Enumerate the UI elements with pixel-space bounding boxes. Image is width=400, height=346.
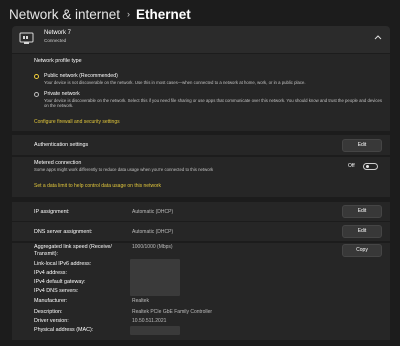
manufacturer-value: Realtek	[132, 298, 149, 304]
ethernet-icon	[19, 32, 34, 50]
metered-connection-section: Metered connection Some apps might work …	[12, 157, 390, 197]
network-profile-section: Network profile type Public network (Rec…	[12, 54, 390, 131]
set-data-limit-link[interactable]: Set a data limit to help control data us…	[34, 183, 161, 189]
ipv6-address-label: Link-local IPv6 address:	[34, 261, 92, 267]
adapter-properties-section: Aggregated link speed (Receive/ Transmit…	[12, 243, 390, 340]
dns-assignment-value: Automatic (DHCP)	[132, 229, 174, 235]
driver-version-label: Driver version:	[34, 318, 69, 324]
authentication-row: Authentication settings Edit	[12, 135, 390, 155]
breadcrumb-separator: ›	[127, 9, 131, 19]
profile-heading: Network profile type	[34, 58, 82, 64]
ip-assignment-edit-button[interactable]: Edit	[342, 205, 382, 218]
redacted-mac-block	[130, 326, 180, 335]
metered-connection-description: Some apps might work differently to redu…	[34, 167, 214, 172]
dns-assignment-edit-button[interactable]: Edit	[342, 225, 382, 238]
link-speed-value: 1000/1000 (Mbps)	[132, 244, 173, 250]
private-network-description: Your device is discoverable on the netwo…	[44, 98, 383, 109]
link-speed-label: Aggregated link speed (Receive/ Transmit…	[34, 244, 112, 257]
public-network-label[interactable]: Public network (Recommended)	[44, 73, 118, 79]
private-network-radio[interactable]	[34, 92, 39, 97]
authentication-label: Authentication settings	[34, 142, 89, 148]
adapter-name: Network 7	[44, 30, 72, 36]
chevron-up-icon[interactable]	[374, 35, 382, 42]
description-label: Description:	[34, 309, 63, 315]
public-network-description: Your device is not discoverable on the n…	[44, 80, 306, 85]
dns-assignment-label: DNS server assignment:	[34, 229, 93, 235]
ip-assignment-value: Automatic (DHCP)	[132, 209, 174, 215]
driver-version-value: 10.50.511.2021	[132, 318, 167, 324]
metered-connection-toggle[interactable]	[363, 163, 378, 170]
configure-firewall-link[interactable]: Configure firewall and security settings	[34, 119, 120, 125]
metered-toggle-state: Off	[348, 163, 355, 169]
ip-assignment-label: IP assignment:	[34, 209, 70, 215]
private-network-label[interactable]: Private network	[44, 91, 80, 97]
copy-properties-button[interactable]: Copy	[342, 244, 382, 257]
metered-connection-label: Metered connection	[34, 160, 82, 166]
authentication-edit-button[interactable]: Edit	[342, 139, 382, 152]
network-adapter-card[interactable]: Network 7 Connected	[12, 26, 390, 53]
mac-address-label: Physical address (MAC):	[34, 327, 94, 333]
dns-assignment-row: DNS server assignment: Automatic (DHCP) …	[12, 222, 390, 241]
ipv4-dns-servers-label: IPv4 DNS servers:	[34, 288, 79, 294]
adapter-status: Connected	[44, 38, 67, 43]
ip-assignment-row: IP assignment: Automatic (DHCP) Edit	[12, 202, 390, 221]
ipv4-address-label: IPv4 address:	[34, 270, 67, 276]
page-title: Ethernet	[136, 6, 191, 22]
ipv4-gateway-label: IPv4 default gateway:	[34, 279, 86, 285]
description-value: Realtek PCIe GbE Family Controller	[132, 309, 213, 315]
public-network-radio[interactable]	[34, 74, 39, 79]
manufacturer-label: Manufacturer:	[34, 298, 68, 304]
breadcrumb: Network & internet › Ethernet	[9, 2, 191, 26]
redacted-address-block	[130, 259, 180, 296]
breadcrumb-network-internet[interactable]: Network & internet	[9, 7, 120, 22]
